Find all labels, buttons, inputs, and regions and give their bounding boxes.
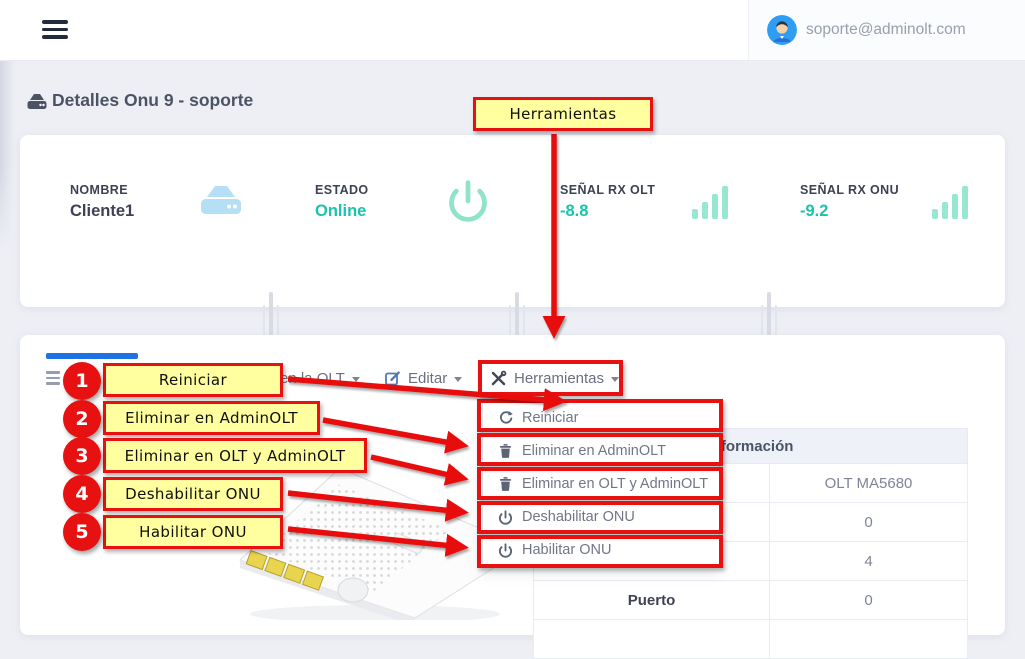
annotation-label: Herramientas	[510, 105, 617, 123]
hamburger-menu-icon[interactable]	[42, 20, 68, 40]
editar-button-label: Editar	[408, 370, 447, 387]
annotation-rect-reiniciar	[477, 399, 723, 432]
annotation-callout-2: Eliminar en AdminOLT	[103, 401, 320, 435]
user-email: soporte@adminolt.com	[806, 21, 966, 39]
annotation-callout-5: Habilitar ONU	[103, 515, 283, 549]
chevron-down-icon	[352, 377, 360, 382]
annotation-tooltip-herramientas: Herramientas	[473, 97, 653, 131]
stat-label: ESTADO	[315, 183, 369, 197]
table-row: Puerto 0	[533, 581, 968, 620]
annotation-label: Habilitar ONU	[139, 523, 247, 541]
row-value: OLT MA5680	[770, 464, 967, 502]
stat-value: Online	[315, 202, 369, 221]
stat-label: SEÑAL RX OLT	[560, 183, 655, 197]
avatar	[767, 15, 797, 45]
sidebar-shadow	[0, 61, 14, 251]
topbar: soporte@adminolt.com	[0, 0, 1025, 61]
annotation-number-1: 1	[63, 362, 101, 400]
user-menu[interactable]: soporte@adminolt.com	[748, 0, 1025, 60]
annotation-label: Reiniciar	[159, 371, 227, 389]
stat-estado: ESTADO Online	[315, 183, 369, 221]
ver-en-la-olt-button[interactable]: en la OLT	[280, 361, 360, 395]
edit-icon	[384, 370, 401, 387]
annotation-rect-eliminar-olt-adminolt	[477, 467, 723, 500]
annotation-number-4: 4	[63, 475, 101, 513]
list-icon[interactable]	[46, 371, 60, 388]
annotation-callout-1: Reiniciar	[103, 363, 283, 397]
row-value: 0	[770, 581, 967, 619]
power-icon	[446, 179, 490, 223]
stat-label: NOMBRE	[70, 183, 134, 197]
annotation-rect-eliminar-adminolt	[477, 433, 723, 466]
annotation-label: Deshabilitar ONU	[125, 485, 261, 503]
stat-nombre: NOMBRE Cliente1	[70, 183, 134, 221]
annotation-number-5: 5	[63, 513, 101, 551]
stat-label: SEÑAL RX ONU	[800, 183, 899, 197]
stat-senal-rx-olt: SEÑAL RX OLT -8.8	[560, 183, 655, 221]
annotation-callout-3: Eliminar en OLT y AdminOLT	[103, 438, 367, 473]
signal-bars-icon	[928, 183, 972, 221]
annotation-callout-4: Deshabilitar ONU	[103, 477, 283, 511]
annotation-rect-deshabilitar	[477, 501, 723, 534]
row-value	[770, 620, 967, 658]
stat-value: -8.8	[560, 202, 655, 221]
stats-card: NOMBRE Cliente1 ESTADO Online SEÑAL RX O…	[20, 135, 1005, 307]
annotation-number-3: 3	[63, 437, 101, 475]
annotation-number-2: 2	[63, 400, 101, 438]
stat-senal-rx-onu: SEÑAL RX ONU -9.2	[800, 183, 899, 221]
router-icon	[26, 92, 48, 110]
active-tab-indicator	[46, 353, 138, 359]
editar-button[interactable]: Editar	[384, 361, 462, 395]
row-label: Puerto	[534, 581, 770, 619]
router-icon	[198, 182, 244, 218]
row-value: 0	[770, 503, 967, 541]
signal-bars-icon	[688, 183, 732, 221]
stat-value: Cliente1	[70, 202, 134, 221]
page-title: Detalles Onu 9 - soporte	[52, 90, 253, 111]
chevron-down-icon	[454, 377, 462, 382]
annotation-label: Eliminar en OLT y AdminOLT	[125, 447, 346, 465]
stat-value: -9.2	[800, 202, 899, 221]
olt-button-label: en la OLT	[280, 370, 345, 387]
annotation-label: Eliminar en AdminOLT	[125, 409, 298, 427]
annotation-rect-herramientas-button	[478, 360, 623, 396]
annotation-rect-habilitar	[477, 535, 723, 568]
table-row	[533, 620, 968, 659]
row-label	[534, 620, 770, 658]
row-value: 4	[770, 542, 967, 580]
